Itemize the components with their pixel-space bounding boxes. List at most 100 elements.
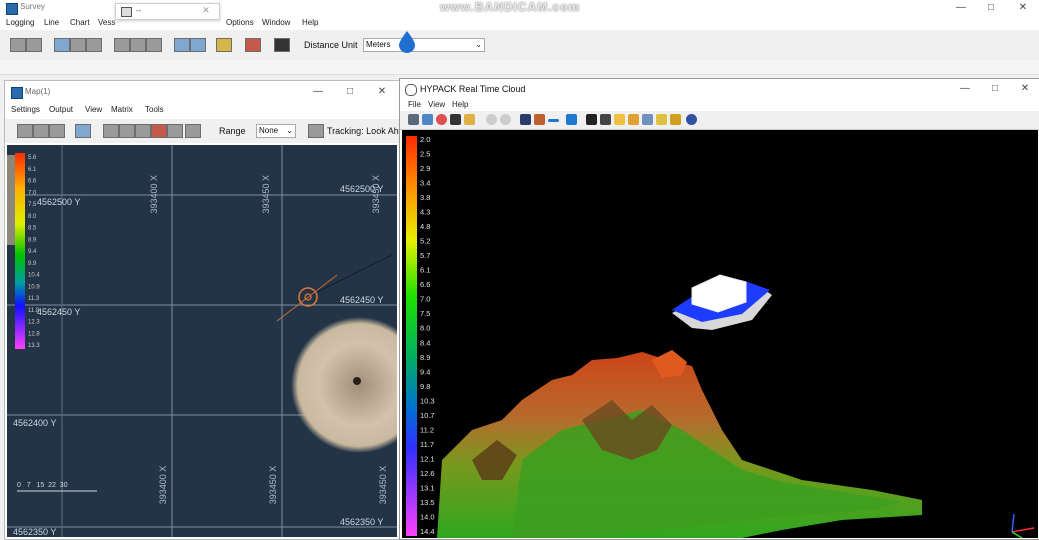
tracking-icon[interactable] [308, 124, 324, 138]
survey-title: Survey [20, 2, 45, 11]
cloud-legend-label-17: 9.8 [420, 382, 430, 391]
cloud-zoom-out-icon[interactable] [548, 119, 559, 122]
map-menu-tools[interactable]: Tools [145, 105, 164, 114]
cloud-minimize-icon[interactable]: — [954, 82, 976, 96]
cloud-menu-file[interactable]: File [408, 100, 421, 109]
map-minimize-icon[interactable]: — [307, 85, 329, 99]
cloud-terrain-icon[interactable] [534, 114, 545, 125]
cloud-legend-label-27: 14.4 [420, 527, 435, 536]
cloud-lock-icon[interactable] [670, 114, 681, 125]
cloud-fit-icon[interactable] [408, 114, 419, 125]
grid-y-left-label-2: 4562350 Y [13, 527, 56, 537]
map-zoom-extents-icon[interactable] [17, 124, 33, 138]
cloud-plus-icon[interactable] [450, 114, 461, 125]
menu-options[interactable]: Options [226, 18, 254, 27]
map-menu-matrix[interactable]: Matrix [111, 105, 133, 114]
minimize-icon[interactable]: — [950, 1, 972, 15]
cloud-grid-icon[interactable] [642, 114, 653, 125]
map-close-icon[interactable]: ✕ [371, 85, 393, 99]
menu-logging[interactable]: Logging [6, 18, 34, 27]
tool-icon-11[interactable] [216, 38, 232, 52]
tool-icon-3[interactable] [54, 38, 70, 52]
map-maximize-icon[interactable]: □ [339, 85, 361, 99]
popup-icon [121, 7, 132, 17]
cloud-palette-icon[interactable] [628, 114, 639, 125]
map-menu-output[interactable]: Output [49, 105, 73, 114]
cloud-legend-label-4: 3.8 [420, 193, 430, 202]
cloud-legend-label-7: 5.2 [420, 237, 430, 246]
cloud-legend-label-0: 2.0 [420, 135, 430, 144]
cloud-legend-label-25: 13.5 [420, 498, 435, 507]
map-legend-label-2: 6.6 [28, 179, 37, 185]
map-zoom-in-icon[interactable] [33, 124, 49, 138]
cloud-menu-help[interactable]: Help [452, 100, 468, 109]
cloud-zoom-in-icon[interactable] [566, 114, 577, 125]
map-menu-settings[interactable]: Settings [11, 105, 40, 114]
cloud-window: HYPACK Real Time Cloud — □ ✕ File View H… [399, 78, 1039, 540]
cloud-close-icon[interactable]: ✕ [1014, 82, 1036, 96]
cloud-legend-label-23: 12.6 [420, 469, 435, 478]
tool-icon-6[interactable] [114, 38, 130, 52]
tool-icon-5[interactable] [86, 38, 102, 52]
cloud-depth-legend-bar [406, 136, 417, 536]
menu-line[interactable]: Line [44, 18, 59, 27]
map-app-icon [11, 87, 23, 99]
maximize-icon[interactable]: □ [980, 1, 1002, 15]
menu-vessel[interactable]: Vess [98, 18, 115, 27]
map-pan-icon[interactable] [119, 124, 135, 138]
grid-x-bottom-label-3: 393450 X [378, 466, 388, 505]
tool-icon-2[interactable] [26, 38, 42, 52]
cloud-title: HYPACK Real Time Cloud [420, 84, 526, 94]
tool-icon-7[interactable] [130, 38, 146, 52]
map-menu-view[interactable]: View [85, 105, 102, 114]
tool-icon-8[interactable] [146, 38, 162, 52]
distance-unit-value: Meters [366, 40, 391, 49]
grid-y-right-label-1: 4562500 Y [340, 184, 383, 194]
cloud-canvas[interactable]: 2.0 2.5 2.9 3.4 3.8 4.3 4.8 5.2 5.7 6.1 6.6 7.0 7.5 8… [402, 130, 1038, 538]
range-select[interactable]: None ⌄ [256, 124, 296, 138]
cloud-titlebar: HYPACK Real Time Cloud — □ ✕ [400, 79, 1039, 99]
close-icon[interactable]: ✕ [1012, 1, 1034, 15]
map-measure-icon[interactable] [135, 124, 151, 138]
tool-icon-9[interactable] [174, 38, 190, 52]
map-color-icon[interactable] [151, 124, 167, 138]
cloud-camera-icon[interactable] [586, 114, 597, 125]
map-canvas[interactable]: 5.6 6.1 6.6 7.0 7.5 8.0 8.5 8.9 9.4 9.9 10.4 10.9 11… [7, 145, 397, 537]
cloud-boat-icon[interactable] [520, 114, 531, 125]
map-layers-icon[interactable] [75, 124, 91, 138]
cloud-help-icon[interactable] [686, 114, 697, 125]
cloud-step-back-icon[interactable] [486, 114, 497, 125]
tool-icon-1[interactable] [10, 38, 26, 52]
tool-icon-12[interactable] [245, 38, 261, 52]
cloud-folder-icon[interactable] [614, 114, 625, 125]
cloud-step-forward-icon[interactable] [500, 114, 511, 125]
menu-chart[interactable]: Chart [70, 18, 90, 27]
grid-y-right-label-2: 4562450 Y [340, 295, 383, 305]
map-title: Map(1) [25, 87, 51, 96]
tool-icon-10[interactable] [190, 38, 206, 52]
map-legend-label-15: 12.8 [28, 331, 40, 337]
popup-close-icon[interactable]: ✕ [196, 4, 216, 17]
popup-window[interactable]: -- ✕ [115, 3, 220, 20]
map-track-icon[interactable] [185, 124, 201, 138]
map-zoom-out-icon[interactable] [49, 124, 65, 138]
distance-unit-select[interactable]: Meters ⌄ [363, 38, 485, 52]
tool-icon-13[interactable] [274, 38, 290, 52]
menu-help[interactable]: Help [302, 18, 318, 27]
menu-window[interactable]: Window [262, 18, 290, 27]
range-chevron-icon: ⌄ [286, 126, 293, 135]
map-grid-icon[interactable] [167, 124, 183, 138]
cloud-print-icon[interactable] [600, 114, 611, 125]
sonar-coverage-center [353, 377, 361, 385]
map-legend-label-11: 10.9 [28, 284, 40, 290]
cloud-maximize-icon[interactable]: □ [984, 82, 1006, 96]
cloud-light-icon[interactable] [656, 114, 667, 125]
map-select-icon[interactable] [103, 124, 119, 138]
cloud-menubar: File View Help [400, 99, 1039, 111]
map-legend-label-8: 9.4 [28, 249, 37, 255]
tool-icon-4[interactable] [70, 38, 86, 52]
cloud-record-icon[interactable] [436, 114, 447, 125]
cloud-minus-icon[interactable] [464, 114, 475, 125]
cloud-menu-view[interactable]: View [428, 100, 445, 109]
cloud-rotate-icon[interactable] [422, 114, 433, 125]
